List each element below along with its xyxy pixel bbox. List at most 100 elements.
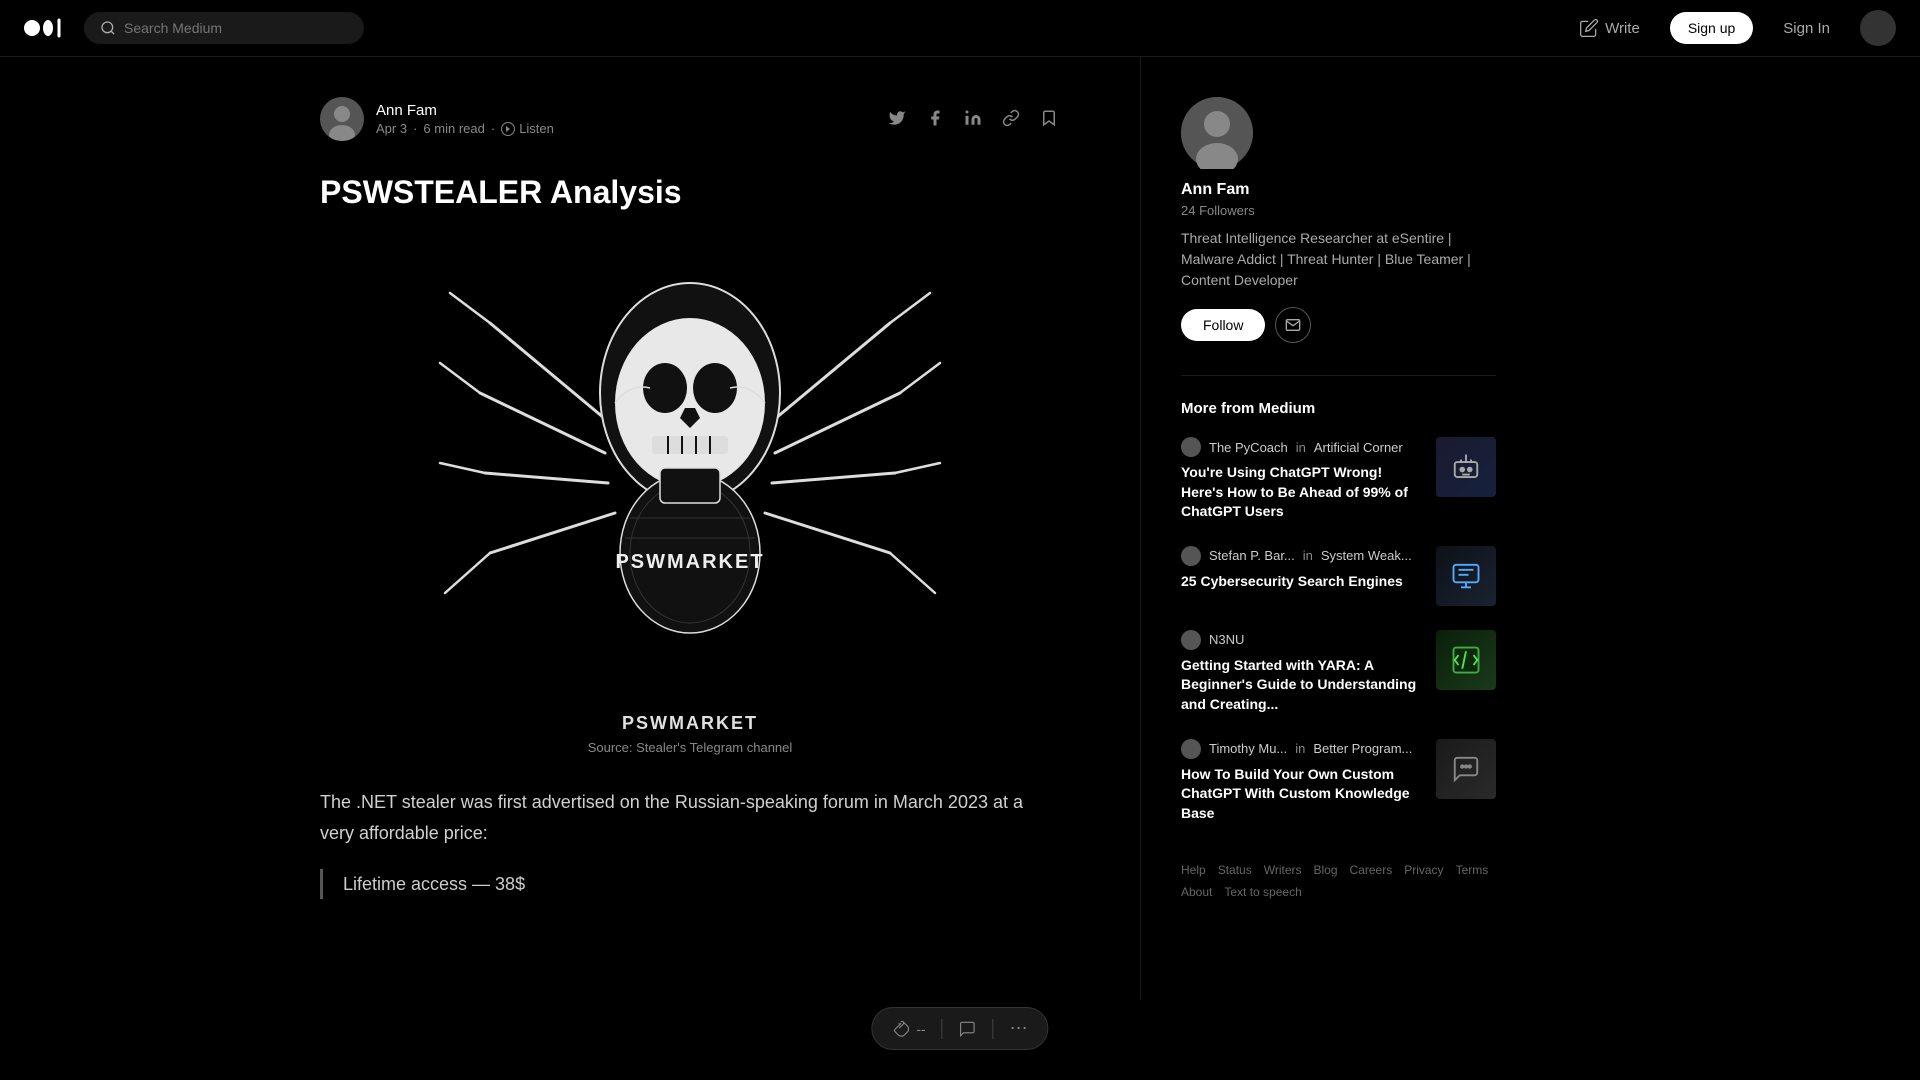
rec-author-avatar-2 <box>1181 546 1201 566</box>
sidebar: Ann Fam 24 Followers Threat Intelligence… <box>1140 57 1520 999</box>
rec-thumbnail-3 <box>1436 630 1496 690</box>
rec-article-title-3[interactable]: Getting Started with YARA: A Beginner's … <box>1181 656 1424 715</box>
rec-thumbnail-1 <box>1436 437 1496 497</box>
author-name-link[interactable]: Ann Fam <box>376 102 554 119</box>
search-input[interactable] <box>124 20 348 36</box>
rec-article-title-2[interactable]: 25 Cybersecurity Search Engines <box>1181 572 1424 592</box>
rec-author-name-1[interactable]: The PyCoach <box>1209 440 1288 455</box>
sidebar-author-followers: 24 Followers <box>1181 203 1496 218</box>
recommended-article-1: The PyCoach in Artificial Corner You're … <box>1181 437 1496 522</box>
rec-author-row-4: Timothy Mu... in Better Program... <box>1181 739 1424 759</box>
image-caption-sub: Source: Stealer's Telegram channel <box>320 740 1060 755</box>
rec-author-name-3[interactable]: N3NU <box>1209 632 1244 647</box>
sidebar-divider <box>1181 375 1496 376</box>
rec-article-title-1[interactable]: You're Using ChatGPT Wrong! Here's How t… <box>1181 463 1424 522</box>
signup-button[interactable]: Sign up <box>1670 12 1753 44</box>
search-bar[interactable] <box>84 12 364 44</box>
chat-icon <box>1451 754 1481 784</box>
footer-blog[interactable]: Blog <box>1314 863 1338 877</box>
write-button[interactable]: Write <box>1569 12 1650 44</box>
footer-status[interactable]: Status <box>1218 863 1252 877</box>
sidebar-author-actions: Follow <box>1181 307 1496 343</box>
rec-article-content-2: Stefan P. Bar... in System Weak... 25 Cy… <box>1181 546 1424 592</box>
monitor-icon <box>1451 561 1481 591</box>
article-paragraph-1: The .NET stealer was first advertised on… <box>320 787 1060 848</box>
follow-button[interactable]: Follow <box>1181 309 1265 341</box>
rec-author-name-4[interactable]: Timothy Mu... <box>1209 741 1287 756</box>
facebook-share-button[interactable] <box>924 107 946 132</box>
rec-pub-4[interactable]: Better Program... <box>1313 741 1412 756</box>
rec-author-avatar-4 <box>1181 739 1201 759</box>
robot-icon <box>1451 452 1481 482</box>
rec-in-4: in <box>1295 741 1305 756</box>
header-right: Write Sign up Sign In <box>1569 10 1896 46</box>
logo[interactable] <box>24 15 64 41</box>
rec-article-content-4: Timothy Mu... in Better Program... How T… <box>1181 739 1424 824</box>
envelope-icon <box>1285 317 1301 333</box>
more-from-medium-title: More from Medium <box>1181 400 1496 417</box>
clap-icon <box>892 1020 910 1038</box>
sidebar-author-bio: Threat Intelligence Researcher at eSenti… <box>1181 228 1496 291</box>
rec-pub-2[interactable]: System Weak... <box>1321 548 1412 563</box>
rec-author-avatar-1 <box>1181 437 1201 457</box>
footer-help[interactable]: Help <box>1181 863 1206 877</box>
sidebar-author-name[interactable]: Ann Fam <box>1181 181 1496 199</box>
author-info: Ann Fam Apr 3 · 6 min read · Listen <box>376 102 554 136</box>
rec-author-avatar-3 <box>1181 630 1201 650</box>
author-row: Ann Fam Apr 3 · 6 min read · Listen <box>320 97 1060 141</box>
rec-in-2: in <box>1303 548 1313 563</box>
rec-article-content-1: The PyCoach in Artificial Corner You're … <box>1181 437 1424 522</box>
bookmark-button[interactable] <box>1038 107 1060 132</box>
search-icon <box>100 20 116 36</box>
rec-pub-1[interactable]: Artificial Corner <box>1314 440 1403 455</box>
recommended-article-3: N3NU Getting Started with YARA: A Beginn… <box>1181 630 1496 715</box>
comment-button[interactable] <box>959 1020 977 1038</box>
footer-about[interactable]: About <box>1181 885 1212 899</box>
footer-terms[interactable]: Terms <box>1456 863 1489 877</box>
footer-careers[interactable]: Careers <box>1350 863 1393 877</box>
rec-author-row-1: The PyCoach in Artificial Corner <box>1181 437 1424 457</box>
rec-in-1: in <box>1296 440 1306 455</box>
twitter-share-button[interactable] <box>886 107 908 132</box>
sidebar-author-section: Ann Fam 24 Followers Threat Intelligence… <box>1181 97 1496 343</box>
listen-button[interactable]: Listen <box>501 121 554 136</box>
linkedin-share-button[interactable] <box>962 107 984 132</box>
svg-text:PSWMARKET: PSWMARKET <box>615 551 764 573</box>
author-meta: Apr 3 · 6 min read · Listen <box>376 121 554 136</box>
article-quote: Lifetime access — 38$ <box>320 869 1060 900</box>
comment-icon <box>959 1020 977 1038</box>
rec-article-content-3: N3NU Getting Started with YARA: A Beginn… <box>1181 630 1424 715</box>
code-icon <box>1451 645 1481 675</box>
user-avatar[interactable] <box>1860 10 1896 46</box>
rec-author-name-2[interactable]: Stefan P. Bar... <box>1209 548 1295 563</box>
page-layout: Ann Fam Apr 3 · 6 min read · Listen <box>240 57 1680 999</box>
article-image-container: PSWMARKET PSWMARKET Source: Stealer's Te… <box>320 243 1060 755</box>
author-avatar[interactable] <box>320 97 364 141</box>
sidebar-author-avatar[interactable] <box>1181 97 1253 169</box>
copy-link-button[interactable] <box>1000 107 1022 132</box>
clap-button[interactable]: -- <box>892 1020 925 1038</box>
rec-author-row-3: N3NU <box>1181 630 1424 650</box>
image-caption-main: PSWMARKET <box>320 713 1060 734</box>
recommended-article-4: Timothy Mu... in Better Program... How T… <box>1181 739 1496 824</box>
footer-privacy[interactable]: Privacy <box>1404 863 1443 877</box>
play-icon <box>501 122 515 136</box>
signin-button[interactable]: Sign In <box>1773 14 1840 43</box>
recommended-article-2: Stefan P. Bar... in System Weak... 25 Cy… <box>1181 546 1496 606</box>
sidebar-footer: Help Status Writers Blog Careers Privacy… <box>1181 863 1496 899</box>
rec-article-title-4[interactable]: How To Build Your Own Custom ChatGPT Wit… <box>1181 765 1424 824</box>
bottom-toolbar: -- ⋯ <box>871 1007 1048 1050</box>
rec-author-row-2: Stefan P. Bar... in System Weak... <box>1181 546 1424 566</box>
toolbar-divider-2 <box>993 1019 994 1039</box>
article-column: Ann Fam Apr 3 · 6 min read · Listen <box>240 57 1140 999</box>
rec-thumbnail-2 <box>1436 546 1496 606</box>
toolbar-divider-1 <box>942 1019 943 1039</box>
author-actions <box>886 107 1060 132</box>
subscribe-button[interactable] <box>1275 307 1311 343</box>
header: Write Sign up Sign In <box>0 0 1920 57</box>
footer-text-to-speech[interactable]: Text to speech <box>1224 885 1301 899</box>
footer-writers[interactable]: Writers <box>1264 863 1302 877</box>
more-options-button[interactable]: ⋯ <box>1010 1018 1028 1039</box>
rec-thumbnail-4 <box>1436 739 1496 799</box>
pencil-icon <box>1579 18 1599 38</box>
